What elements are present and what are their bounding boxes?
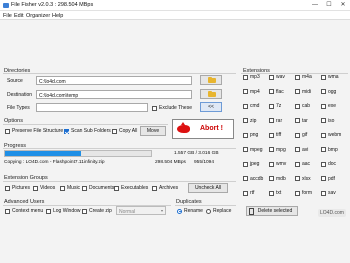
extension-checkbox-form[interactable]: form: [295, 190, 312, 196]
extension-checkbox-aac[interactable]: aac: [295, 161, 310, 167]
extension-checkbox-doc[interactable]: doc: [321, 161, 336, 167]
extension-checkbox-mpeg[interactable]: mpeg: [243, 147, 263, 153]
move-button[interactable]: Move: [140, 126, 166, 136]
source-input[interactable]: C:\lo4d.com: [36, 76, 192, 85]
chevron-down-icon: [161, 210, 163, 212]
scan-sub-folders-checkbox[interactable]: Scan Sub Folders: [64, 128, 111, 134]
extension-checkbox-wmv[interactable]: wmv: [269, 161, 286, 167]
extension-checkbox-iso[interactable]: iso: [321, 118, 334, 124]
source-browse-button[interactable]: [200, 75, 222, 85]
duplicates-rename-radio[interactable]: Rename: [177, 208, 203, 214]
extension-checkbox-midi[interactable]: midi: [295, 89, 311, 95]
progress-size-text: 1.557 GB / 3.016 GB: [174, 151, 219, 156]
uncheck-all-button[interactable]: Uncheck All: [188, 183, 228, 193]
extension-checkbox-png[interactable]: png: [243, 132, 258, 138]
extension-checkbox-tar[interactable]: tar: [295, 118, 308, 124]
app-icon: [3, 3, 9, 8]
menu-file[interactable]: File: [3, 13, 12, 19]
extension-checkbox-avi[interactable]: avi: [295, 147, 308, 153]
extension-checkbox-wma[interactable]: wma: [321, 74, 339, 80]
extension-checkbox-bmp[interactable]: bmp: [321, 147, 338, 153]
extension-checkbox-rtf[interactable]: rtf: [243, 190, 254, 196]
log-window-checkbox[interactable]: Log Window: [46, 208, 81, 214]
group-executables-checkbox[interactable]: Executables: [114, 185, 148, 191]
exclude-these-checkbox[interactable]: Exclude These: [152, 105, 192, 111]
extension-checkbox-rar[interactable]: rar: [269, 118, 282, 124]
filetypes-label: File Types: [7, 105, 30, 111]
extension-checkbox-gif[interactable]: gif: [295, 132, 307, 138]
group-videos-checkbox[interactable]: Videos: [33, 185, 55, 191]
close-button[interactable]: ✕: [336, 0, 350, 11]
extension-checkbox-mdb[interactable]: mdb: [269, 176, 286, 182]
group-archives-checkbox[interactable]: Archives: [152, 185, 178, 191]
minimize-button[interactable]: —: [308, 0, 322, 11]
extension-checkbox-xlsx[interactable]: xlsx: [295, 176, 311, 182]
destination-browse-button[interactable]: [200, 89, 222, 99]
extension-checkbox-exe[interactable]: exe: [321, 103, 336, 109]
menu-help[interactable]: Help: [52, 13, 63, 19]
extension-checkbox-cab[interactable]: cab: [295, 103, 310, 109]
abort-button[interactable]: Abort !: [172, 119, 234, 139]
preserve-structure-checkbox[interactable]: Preserve File Structure: [5, 128, 63, 134]
create-zip-checkbox[interactable]: Create zip: [82, 208, 112, 214]
extension-checkbox-txt[interactable]: txt: [269, 190, 281, 196]
copying-text: Copying : LO4D.com - Flashpoint7.11infin…: [4, 160, 105, 165]
progress-fill: [5, 151, 81, 156]
extension-checkbox-wav[interactable]: wav: [269, 74, 285, 80]
folder-icon: [208, 90, 216, 97]
speed-text: 298.504 MBps: [155, 160, 186, 165]
window-title: File Fisher v2.0.3 : 298.504 MBps: [11, 2, 94, 8]
shark-icon: [177, 122, 190, 133]
extension-checkbox-sav[interactable]: sav: [321, 190, 336, 196]
extension-checkbox-mp4[interactable]: mp4: [243, 89, 260, 95]
group-pictures-checkbox[interactable]: Pictures: [5, 185, 30, 191]
extension-checkbox-m4a[interactable]: m4a: [295, 74, 312, 80]
group-music-checkbox[interactable]: Music: [60, 185, 80, 191]
extension-checkbox-7z[interactable]: 7z: [269, 103, 281, 109]
destination-input[interactable]: C:\lo4d.com\temp: [36, 90, 192, 99]
extension-checkbox-mpg[interactable]: mpg: [269, 147, 286, 153]
copy-all-checkbox[interactable]: Copy All: [112, 128, 137, 134]
progress-bar: [4, 150, 152, 157]
source-label: Source: [7, 78, 23, 84]
trash-icon: [249, 208, 254, 215]
destination-label: Destination: [7, 92, 33, 98]
extension-checkbox-webm[interactable]: webm: [321, 132, 341, 138]
extension-checkbox-cmd[interactable]: cmd: [243, 103, 259, 109]
extension-checkbox-zip[interactable]: zip: [243, 118, 256, 124]
menu-bar: File Edit Organizer Help: [0, 11, 350, 20]
extension-checkbox-tiff[interactable]: tiff: [269, 132, 281, 138]
extension-checkbox-pdf[interactable]: pdf: [321, 176, 335, 182]
zip-mode-select[interactable]: Normal: [116, 206, 166, 215]
move-extensions-button[interactable]: <<: [200, 102, 222, 112]
extension-checkbox-mp3[interactable]: mp3: [243, 74, 260, 80]
extension-checkbox-flac[interactable]: flac: [269, 89, 284, 95]
title-bar: File Fisher v2.0.3 : 298.504 MBps — ☐ ✕: [0, 0, 350, 11]
delete-selected-button[interactable]: Delete selected: [246, 206, 298, 216]
extension-checkbox-jpeg[interactable]: jpeg: [243, 161, 259, 167]
menu-edit[interactable]: Edit: [14, 13, 23, 19]
watermark-logo: LO4D.com: [318, 209, 346, 217]
context-menu-checkbox[interactable]: Context menu: [5, 208, 43, 214]
filetypes-input[interactable]: [36, 103, 148, 112]
extension-checkbox-accdb[interactable]: accdb: [243, 176, 263, 182]
group-documents-checkbox[interactable]: Documents: [82, 185, 114, 191]
file-count-text: 955/1094: [194, 160, 215, 165]
extension-checkbox-ogg[interactable]: ogg: [321, 89, 336, 95]
maximize-button[interactable]: ☐: [322, 0, 336, 11]
duplicates-replace-radio[interactable]: Replace: [206, 208, 231, 214]
folder-icon: [208, 76, 216, 83]
file-fisher-window: File Fisher v2.0.3 : 298.504 MBps — ☐ ✕ …: [0, 0, 350, 263]
menu-organizer[interactable]: Organizer: [26, 13, 50, 19]
